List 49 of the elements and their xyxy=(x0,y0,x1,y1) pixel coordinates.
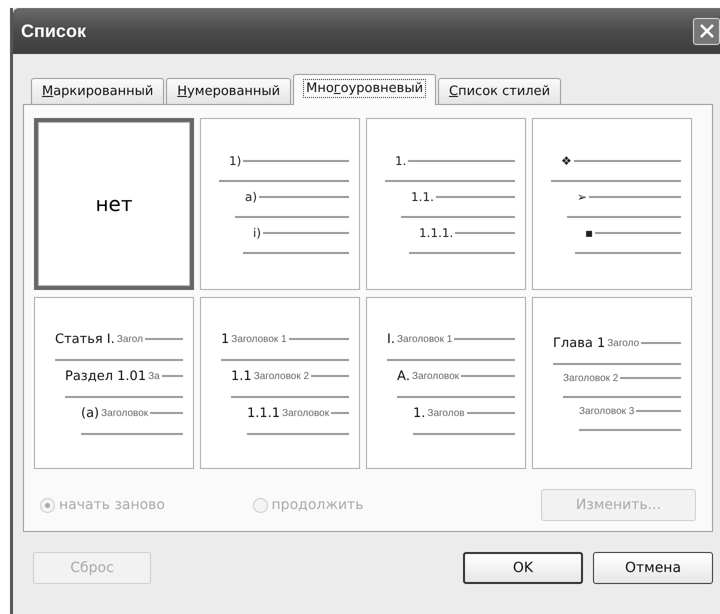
heading-text: Заголовок 2 xyxy=(254,370,310,382)
level-number: 1.1.1 xyxy=(247,406,280,420)
level-number: 1.1 xyxy=(231,368,252,384)
ok-button[interactable]: OK xyxy=(463,552,583,584)
list-style-option[interactable]: I.Заголовок 1 А.Заголовок 1.Заголов xyxy=(366,297,526,469)
heading-text: Заголо xyxy=(607,338,640,348)
level-number: 1) xyxy=(229,154,242,168)
level-number: Раздел 1.01 xyxy=(65,368,146,384)
level-number: 1 xyxy=(221,332,230,346)
heading-text: Заголовок xyxy=(282,408,330,418)
level-number: Статья I. xyxy=(55,332,115,346)
cancel-button[interactable]: Отмена xyxy=(593,552,713,584)
list-style-option[interactable]: 1. 1.1. 1.1.1. xyxy=(366,118,526,290)
heading-text: Заголовок 1 xyxy=(396,334,452,344)
heading-text: Загол xyxy=(116,334,143,344)
heading-text: Заголовок 3 xyxy=(579,406,634,416)
heading-text: Заголовок 2 xyxy=(563,372,618,384)
list-style-option[interactable]: Глава 1 Заголо Заголовок 2 Заголовок 3 xyxy=(532,297,692,469)
level-number: a) xyxy=(245,190,258,204)
tab[interactable]: Маркированный xyxy=(31,78,164,104)
list-style-option[interactable]: 1) a) i) xyxy=(200,118,360,290)
window-title: Список xyxy=(21,20,86,42)
heading-text: Заголовок xyxy=(101,408,148,418)
option-label: нет xyxy=(95,192,133,216)
heading-text: Заголов xyxy=(427,408,465,418)
heading-text: Заголовок 1 xyxy=(231,334,287,344)
level-number: Глава 1 xyxy=(553,336,606,350)
level-number: (а) xyxy=(81,406,100,420)
tab[interactable]: Многоуровневый xyxy=(293,74,436,105)
list-style-option[interactable]: 1 Заголовок 1 1.1 Заголовок 2 1.1.1 Заголовок xyxy=(200,297,360,469)
level-number: i) xyxy=(253,226,262,240)
close-icon xyxy=(698,22,716,40)
level-number: 1.1. xyxy=(411,190,434,204)
heading-text: Заголовок xyxy=(412,370,460,382)
close-button[interactable] xyxy=(693,18,720,44)
tab[interactable]: Нумерованный xyxy=(166,78,292,104)
level-number: 1. xyxy=(413,406,426,420)
level-number: ➢ xyxy=(577,190,588,204)
level-number: ▪ xyxy=(585,226,594,240)
list-style-option[interactable]: Статья I.Загол Раздел 1.01 За (а)Заголовок xyxy=(34,297,194,469)
list-style-option[interactable]: ❖ ➢ ▪ xyxy=(532,118,692,290)
level-number: А. xyxy=(397,368,410,384)
level-number: 1.1.1. xyxy=(419,226,454,240)
level-number: 1. xyxy=(395,154,406,168)
level-number: ❖ xyxy=(561,154,572,168)
list-style-option[interactable]: нет xyxy=(34,118,194,290)
tab[interactable]: Список стилей xyxy=(438,78,562,104)
level-number: I. xyxy=(387,332,395,346)
heading-text: За xyxy=(148,370,160,382)
